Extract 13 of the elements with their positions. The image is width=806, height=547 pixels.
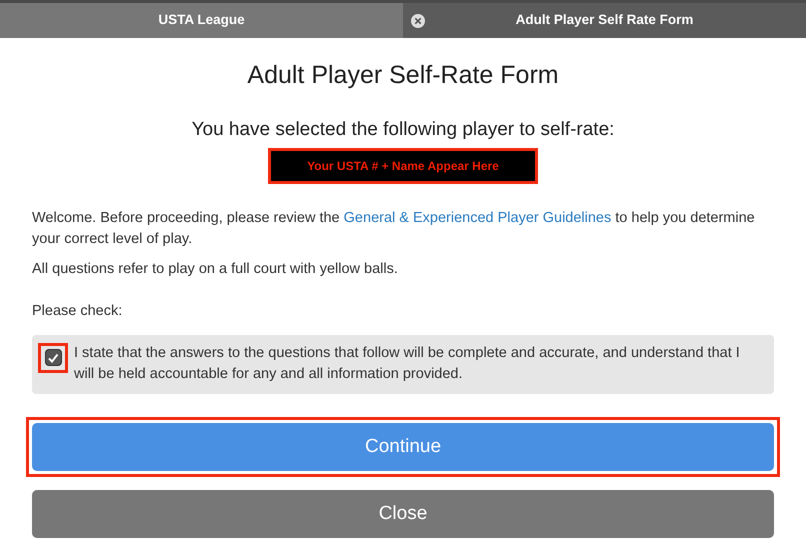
guidelines-link[interactable]: General & Experienced Player Guidelines bbox=[344, 210, 612, 226]
agreement-text: I state that the answers to the questions that follow will be complete and accurate, and understand that I will be held accountable for any and all information provided. bbox=[74, 344, 741, 384]
page-title: Adult Player Self-Rate Form bbox=[246, 60, 560, 90]
intro-paragraph: Welcome. Before proceeding, please review the General & Experienced Player Guidelines to help you determine your correct level of play. bbox=[32, 208, 756, 250]
player-field: Your USTA # + Name Appear Here bbox=[268, 148, 538, 184]
page-subtitle: You have selected the following player to self-rate: bbox=[190, 118, 616, 142]
close-icon[interactable] bbox=[411, 14, 425, 28]
continue-button[interactable]: Continue bbox=[32, 423, 774, 471]
instruction-label: Please check: bbox=[32, 302, 124, 321]
tab[interactable]: USTA League bbox=[0, 3, 403, 38]
close-button[interactable]: Close bbox=[32, 490, 774, 538]
note-text: All questions refer to play on a full court with yellow balls. bbox=[32, 260, 399, 279]
agreement-checkbox[interactable] bbox=[44, 349, 62, 366]
